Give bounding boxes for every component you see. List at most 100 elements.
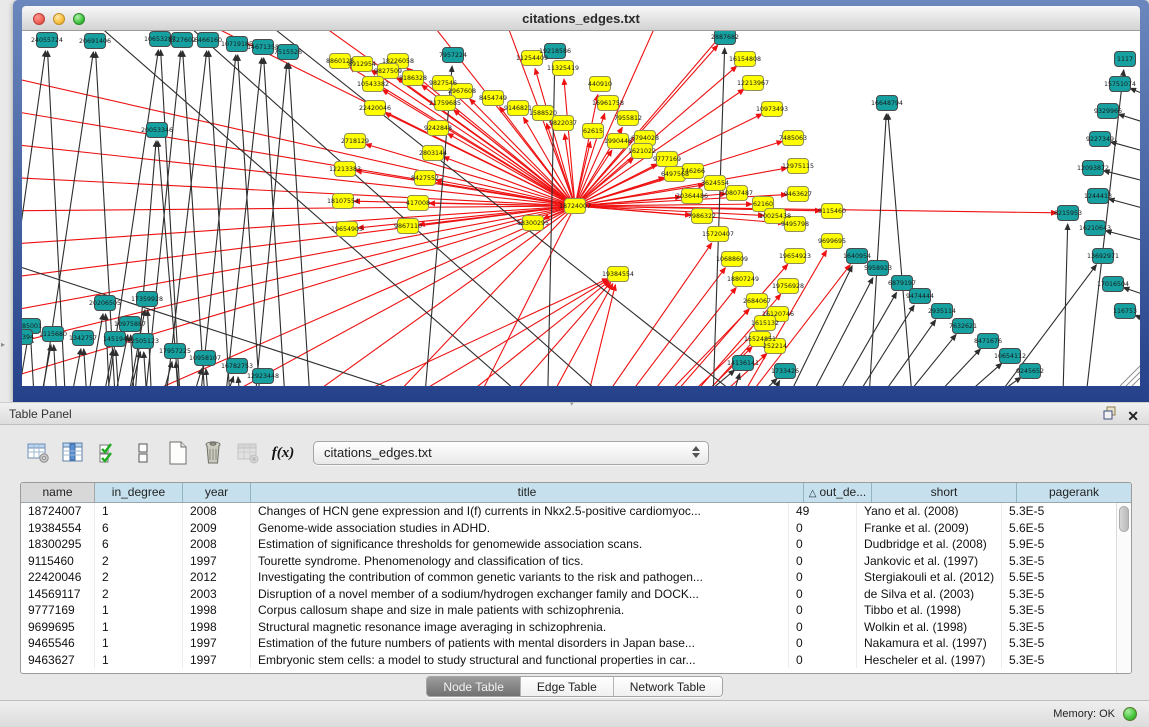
- cell-title[interactable]: Estimation of the future numbers of pati…: [251, 635, 789, 652]
- cell-out_de[interactable]: 0: [789, 602, 857, 619]
- window-titlebar[interactable]: citations_edges.txt: [22, 6, 1140, 31]
- cell-pagerank[interactable]: 5.3E-5: [1002, 652, 1116, 669]
- cell-short[interactable]: Hescheler et al. (1997): [857, 652, 1002, 669]
- cell-pagerank[interactable]: 5.3E-5: [1002, 602, 1116, 619]
- cell-in_degree[interactable]: 6: [95, 536, 183, 553]
- cell-title[interactable]: Changes of HCN gene expression and I(f) …: [251, 503, 789, 520]
- table-row[interactable]: 977716911998Corpus callosum shape and si…: [21, 602, 1116, 619]
- cell-name[interactable]: 9777169: [21, 602, 95, 619]
- cell-in_degree[interactable]: 2: [95, 586, 183, 603]
- cell-out_de[interactable]: 0: [789, 569, 857, 586]
- table-selector-dropdown[interactable]: citations_edges.txt: [313, 441, 709, 465]
- cell-short[interactable]: de Silva et al. (2003): [857, 586, 1002, 603]
- column-header-year[interactable]: year: [183, 483, 251, 502]
- cell-title[interactable]: Structural magnetic resonance image aver…: [251, 619, 789, 636]
- network-canvas[interactable]: 2405572420691406106532871527602646616010…: [22, 31, 1140, 386]
- column-header-pagerank[interactable]: pagerank: [1017, 483, 1131, 502]
- tab-network-table[interactable]: Network Table: [614, 677, 722, 696]
- table-mode-icon[interactable]: [25, 440, 51, 466]
- cell-in_degree[interactable]: 2: [95, 553, 183, 570]
- cell-out_de[interactable]: 0: [789, 553, 857, 570]
- show-columns-icon[interactable]: [60, 440, 86, 466]
- cell-year[interactable]: 1997: [183, 652, 251, 669]
- cell-name[interactable]: 19384554: [21, 520, 95, 537]
- cell-short[interactable]: Nakamura et al. (1997): [857, 635, 1002, 652]
- table-row[interactable]: 911546021997Tourette syndrome. Phenomeno…: [21, 553, 1116, 570]
- cell-in_degree[interactable]: 1: [95, 602, 183, 619]
- new-column-icon[interactable]: [165, 440, 191, 466]
- cell-in_degree[interactable]: 1: [95, 619, 183, 636]
- cell-name[interactable]: 22420046: [21, 569, 95, 586]
- function-builder-icon[interactable]: f(x): [270, 440, 296, 466]
- table-scrollbar[interactable]: [1116, 503, 1131, 673]
- cell-out_de[interactable]: 0: [789, 619, 857, 636]
- cell-out_de[interactable]: 0: [789, 520, 857, 537]
- delete-column-icon[interactable]: [200, 440, 226, 466]
- cell-pagerank[interactable]: 5.3E-5: [1002, 586, 1116, 603]
- cell-short[interactable]: Franke et al. (2009): [857, 520, 1002, 537]
- cell-title[interactable]: Tourette syndrome. Phenomenology and cla…: [251, 553, 789, 570]
- cell-year[interactable]: 2003: [183, 586, 251, 603]
- float-panel-icon[interactable]: [1103, 406, 1117, 425]
- cell-out_de[interactable]: 0: [789, 536, 857, 553]
- cell-in_degree[interactable]: 1: [95, 652, 183, 669]
- cell-year[interactable]: 1998: [183, 602, 251, 619]
- cell-title[interactable]: Investigating the contribution of common…: [251, 569, 789, 586]
- cell-year[interactable]: 2008: [183, 536, 251, 553]
- delete-table-icon[interactable]: [235, 440, 261, 466]
- cell-short[interactable]: Jankovic et al. (1997): [857, 553, 1002, 570]
- cell-year[interactable]: 2008: [183, 503, 251, 520]
- select-all-icon[interactable]: [95, 440, 121, 466]
- cell-in_degree[interactable]: 1: [95, 635, 183, 652]
- cell-name[interactable]: 18724007: [21, 503, 95, 520]
- table-row[interactable]: 1938455462009Genome-wide association stu…: [21, 520, 1116, 537]
- cell-out_de[interactable]: 0: [789, 586, 857, 603]
- column-header-title[interactable]: title: [251, 483, 804, 502]
- cell-out_de[interactable]: 0: [789, 635, 857, 652]
- column-header-short[interactable]: short: [872, 483, 1017, 502]
- table-row[interactable]: 1830029562008Estimation of significance …: [21, 536, 1116, 553]
- tab-node-table[interactable]: Node Table: [427, 677, 521, 696]
- cell-pagerank[interactable]: 5.6E-5: [1002, 520, 1116, 537]
- cell-short[interactable]: Dudbridge et al. (2008): [857, 536, 1002, 553]
- cell-out_de[interactable]: 49: [789, 503, 857, 520]
- split-divider-handle[interactable]: ▾: [570, 400, 574, 408]
- cell-pagerank[interactable]: 5.3E-5: [1002, 553, 1116, 570]
- cell-in_degree[interactable]: 1: [95, 503, 183, 520]
- cell-name[interactable]: 9115460: [21, 553, 95, 570]
- cell-name[interactable]: 14569117: [21, 586, 95, 603]
- cell-name[interactable]: 9463627: [21, 652, 95, 669]
- rows-icon[interactable]: [130, 440, 156, 466]
- cell-year[interactable]: 1998: [183, 619, 251, 636]
- cell-year[interactable]: 2012: [183, 569, 251, 586]
- network-graph[interactable]: 2405572420691406106532871527602646616010…: [22, 31, 1140, 386]
- cell-year[interactable]: 1997: [183, 553, 251, 570]
- table-row[interactable]: 1872400712008Changes of HCN gene express…: [21, 503, 1116, 520]
- cell-title[interactable]: Genome-wide association studies in ADHD.: [251, 520, 789, 537]
- column-header-in_degree[interactable]: in_degree: [95, 483, 183, 502]
- panel-collapse-arrow-icon[interactable]: ▸: [1, 340, 5, 349]
- table-row[interactable]: 946362711997Embryonic stem cells: a mode…: [21, 652, 1116, 669]
- cell-name[interactable]: 9699695: [21, 619, 95, 636]
- cell-name[interactable]: 9465546: [21, 635, 95, 652]
- cell-pagerank[interactable]: 5.9E-5: [1002, 536, 1116, 553]
- cell-title[interactable]: Estimation of significance thresholds fo…: [251, 536, 789, 553]
- cell-short[interactable]: Stergiakouli et al. (2012): [857, 569, 1002, 586]
- column-header-out_de[interactable]: △out_de...: [804, 483, 872, 502]
- cell-short[interactable]: Tibbo et al. (1998): [857, 602, 1002, 619]
- table-row[interactable]: 1456911722003Disruption of a novel membe…: [21, 586, 1116, 603]
- cell-pagerank[interactable]: 5.3E-5: [1002, 635, 1116, 652]
- nodes[interactable]: 2405572420691406106532871527602646616010…: [22, 31, 1137, 384]
- column-header-name[interactable]: name: [21, 483, 95, 502]
- cell-pagerank[interactable]: 5.3E-5: [1002, 503, 1116, 520]
- cell-name[interactable]: 18300295: [21, 536, 95, 553]
- cell-year[interactable]: 2009: [183, 520, 251, 537]
- memory-status-indicator[interactable]: [1123, 707, 1137, 721]
- close-panel-icon[interactable]: ✕: [1127, 409, 1139, 423]
- cell-pagerank[interactable]: 5.3E-5: [1002, 619, 1116, 636]
- cell-title[interactable]: Disruption of a novel member of a sodium…: [251, 586, 789, 603]
- cell-in_degree[interactable]: 2: [95, 569, 183, 586]
- table-row[interactable]: 2242004622012Investigating the contribut…: [21, 569, 1116, 586]
- cell-pagerank[interactable]: 5.5E-5: [1002, 569, 1116, 586]
- cell-out_de[interactable]: 0: [789, 652, 857, 669]
